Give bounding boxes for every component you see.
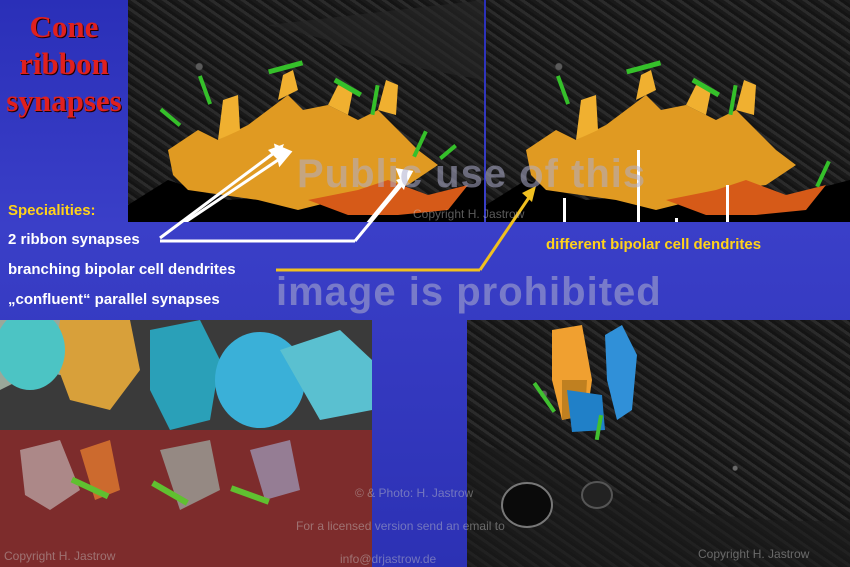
- watermark-line-1: Public use of this: [297, 152, 647, 196]
- copyright-top-right: Copyright H. Jastrow: [413, 207, 525, 221]
- bottom-right-em-graphic: [467, 325, 850, 567]
- watermark-line-2: image is prohibited: [276, 270, 662, 314]
- speciality-item-3: „confluent“ parallel synapses: [8, 291, 220, 308]
- license-note: For a licensed version send an email to: [296, 519, 505, 533]
- specialities-heading: Specialities:: [8, 202, 96, 219]
- title-line-3: synapses: [6, 83, 122, 118]
- speciality-item-2: branching bipolar cell dendrites: [8, 261, 236, 278]
- speciality-item-1: 2 ribbon synapses: [8, 231, 140, 248]
- license-email: info@drjastrow.de: [340, 552, 437, 566]
- title-line-1: Cone: [29, 9, 99, 44]
- slide-title: Cone ribbon synapses: [0, 8, 128, 119]
- bottom-right-em-image: [467, 320, 850, 567]
- copyright-photo: © & Photo: H. Jastrow: [355, 486, 474, 500]
- copyright-bottom-right: Copyright H. Jastrow: [698, 547, 810, 561]
- title-line-2: ribbon: [19, 46, 109, 81]
- copyright-bottom-left: Copyright H. Jastrow: [4, 549, 116, 563]
- bipolar-dendrites-label: different bipolar cell dendrites: [546, 236, 762, 253]
- slide: { "title": {"line1": "Cone", "line2": "r…: [0, 0, 850, 567]
